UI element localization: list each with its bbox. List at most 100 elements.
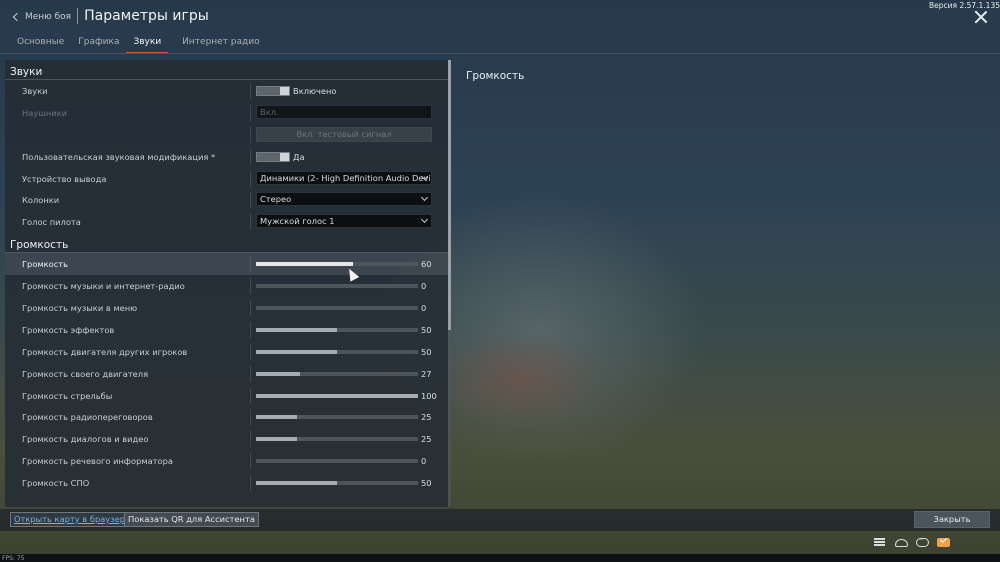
- slider-value: 0: [421, 281, 427, 292]
- slider-value: 60: [421, 259, 432, 270]
- volume-slider-row: Громкость двигателя других игроков 50: [5, 341, 448, 363]
- slider-value: 100: [421, 390, 437, 401]
- cloud-icon[interactable]: [895, 539, 908, 547]
- open-map-button[interactable]: Открыть карту в браузере: [10, 512, 135, 527]
- headphones-select[interactable]: Вкл.: [256, 104, 432, 119]
- speakers-select[interactable]: Стерео: [256, 192, 432, 207]
- sound-toggle[interactable]: [256, 86, 290, 96]
- slider-fill: [256, 327, 337, 332]
- volume-slider[interactable]: [256, 415, 418, 420]
- tray-icons: [874, 535, 958, 548]
- setting-label: Устройство вывода: [22, 173, 107, 184]
- chevron-down-icon: [420, 216, 429, 224]
- slider-value: 50: [421, 478, 432, 489]
- chevron-down-icon: [420, 194, 429, 202]
- row-divider: [250, 256, 251, 273]
- header-divider: [77, 8, 79, 24]
- section-volume-title: Громкость: [5, 233, 448, 254]
- close-icon[interactable]: [974, 10, 988, 24]
- mail-icon[interactable]: [937, 538, 950, 547]
- row-divider: [250, 387, 251, 404]
- slider-fill: [256, 481, 337, 486]
- section-sounds-title: Звуки: [5, 60, 448, 80]
- volume-slider[interactable]: [256, 459, 418, 464]
- volume-slider[interactable]: [256, 306, 418, 311]
- row-divider: [250, 104, 251, 121]
- slider-value: 27: [421, 368, 432, 379]
- row-divider: [250, 148, 251, 165]
- user-mod-toggle[interactable]: [256, 151, 290, 162]
- row-divider: [250, 170, 251, 187]
- tab-sounds[interactable]: Звуки: [126, 37, 169, 53]
- volume-slider-row: Громкость музыки в меню 0: [5, 297, 448, 319]
- taskbar-strip: [0, 554, 1000, 562]
- close-button[interactable]: Закрыть: [914, 511, 990, 528]
- chat-icon[interactable]: [916, 535, 929, 547]
- slider-value: 25: [421, 434, 432, 445]
- volume-slider-row: Громкость своего двигателя 27: [5, 363, 448, 385]
- volume-slider[interactable]: [256, 481, 418, 486]
- scrollbar-thumb[interactable]: [448, 60, 451, 330]
- back-button[interactable]: Меню боя: [12, 12, 71, 22]
- setting-label: Звуки: [22, 86, 48, 96]
- tab-internet-radio[interactable]: Интернет радио: [182, 37, 259, 53]
- slider-label: Громкость диалогов и видео: [22, 434, 149, 445]
- setting-label: Пользовательская звуковая модификация *: [22, 151, 216, 162]
- list-icon[interactable]: [874, 537, 887, 548]
- row-divider: [250, 475, 251, 492]
- slider-label: Громкость эффектов: [22, 324, 115, 335]
- tab-bar: Основные Графика Звуки Интернет радио: [17, 37, 274, 53]
- row-divider: [250, 83, 251, 99]
- settings-scrollbar[interactable]: [448, 60, 451, 507]
- row-divider: [250, 126, 251, 143]
- setting-row-test-signal: Вкл. тестовый сигнал: [5, 124, 448, 146]
- test-signal-button[interactable]: Вкл. тестовый сигнал: [256, 126, 432, 142]
- volume-slider[interactable]: [256, 437, 418, 442]
- slider-label: Громкость СПО: [22, 478, 90, 489]
- slider-label: Громкость музыки в меню: [22, 303, 138, 314]
- tab-general[interactable]: Основные: [17, 37, 64, 53]
- description-title: Громкость: [466, 70, 525, 82]
- slider-value: 50: [421, 346, 432, 357]
- volume-slider-row: Громкость речевого информатора 0: [5, 450, 448, 472]
- show-qr-button[interactable]: Показать QR для Ассистента: [124, 512, 259, 527]
- slider-label: Громкость своего двигателя: [22, 368, 149, 379]
- volume-slider-row: Громкость музыки и интернет-радио 0: [5, 275, 448, 297]
- slider-fill: [256, 393, 418, 398]
- volume-slider-list: Громкость 60 Громкость музыки и интернет-р…: [5, 253, 448, 494]
- version-label: Версия 2.57.1.135: [929, 1, 1000, 10]
- volume-slider[interactable]: [256, 327, 418, 332]
- header: Меню боя Параметры игры: [12, 8, 209, 24]
- fps-counter: FPS: 75: [2, 555, 25, 562]
- chevron-left-icon: [12, 12, 22, 22]
- setting-label: Голос пилота: [22, 217, 81, 228]
- sound-toggle-value: Включено: [293, 86, 337, 96]
- slider-fill: [256, 262, 354, 267]
- setting-label: Колонки: [22, 195, 60, 206]
- volume-slider[interactable]: [256, 393, 418, 398]
- row-divider: [250, 192, 251, 209]
- volume-slider[interactable]: [256, 371, 418, 376]
- slider-label: Громкость стрельбы: [22, 390, 113, 401]
- slider-value: 0: [421, 456, 427, 467]
- setting-row-speakers: Колонки Стерео: [5, 189, 448, 211]
- row-divider: [250, 343, 251, 360]
- slider-value: 0: [421, 303, 427, 314]
- settings-panel: Звуки Звуки Включено Наушники Вкл. Вкл. …: [5, 60, 448, 507]
- tab-divider: [0, 53, 1000, 54]
- output-device-select[interactable]: Динамики (2- High Definition Audio Devic…: [256, 170, 432, 185]
- volume-slider-row: Громкость эффектов 50: [5, 319, 448, 341]
- row-divider: [250, 453, 251, 470]
- slider-label: Громкость радиопереговоров: [22, 412, 153, 423]
- tab-graphics[interactable]: Графика: [78, 37, 119, 53]
- slider-value: 25: [421, 412, 432, 423]
- pilot-voice-select[interactable]: Мужской голос 1: [256, 214, 432, 229]
- volume-slider[interactable]: [256, 349, 418, 354]
- setting-row-output-device: Устройство вывода Динамики (2- High Defi…: [5, 168, 448, 190]
- volume-slider-row: Громкость радиопереговоров 25: [5, 406, 448, 428]
- volume-slider[interactable]: [256, 284, 418, 289]
- volume-slider[interactable]: [256, 262, 418, 267]
- volume-slider-row: Громкость СПО 50: [5, 472, 448, 494]
- slider-label: Громкость двигателя других игроков: [22, 346, 188, 357]
- volume-slider-row: Громкость 60: [5, 253, 448, 276]
